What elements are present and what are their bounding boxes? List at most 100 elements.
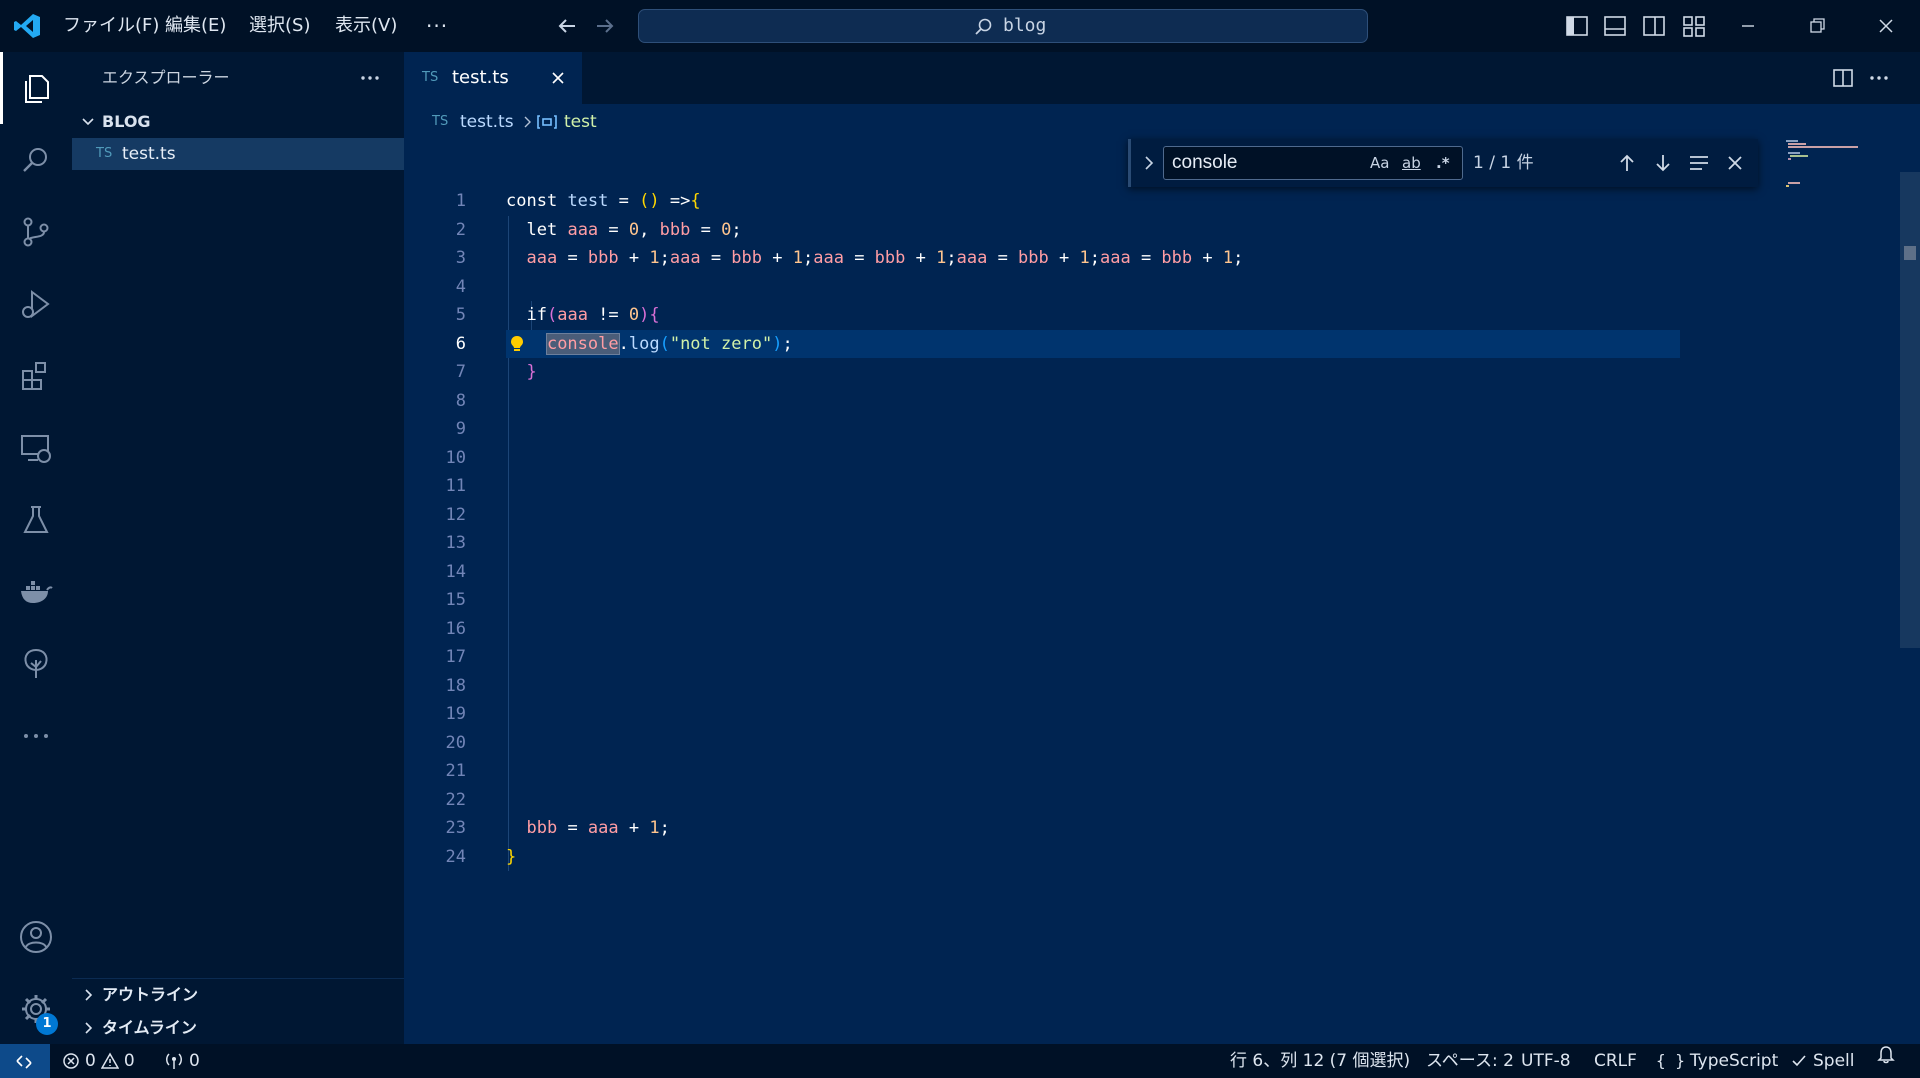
line-number: 9 [455, 419, 466, 439]
toggle-secondary-sidebar-icon[interactable] [1641, 13, 1667, 39]
line-number: 20 [445, 732, 466, 753]
close-tab-icon[interactable] [550, 70, 566, 86]
menu-file[interactable]: ファイル(F) [63, 0, 159, 52]
language-mode[interactable]: { } TypeScript [1656, 1044, 1778, 1078]
more-actions-icon[interactable] [1866, 65, 1892, 91]
code-line: 14 [404, 558, 1776, 587]
arrow-down-icon[interactable] [1651, 151, 1675, 175]
line-number: 1 [455, 191, 466, 211]
outline-section-header[interactable]: アウトライン [72, 979, 404, 1011]
close-icon[interactable] [1723, 151, 1747, 175]
menu-edit[interactable]: 編集(E) [165, 0, 226, 52]
use-regex-toggle[interactable]: .* [1436, 153, 1450, 173]
toggle-primary-sidebar-icon[interactable] [1564, 13, 1590, 39]
code-line: 24 } [404, 843, 1776, 872]
chevron-right-icon [85, 1022, 93, 1034]
find-in-selection-icon[interactable] [1687, 151, 1711, 175]
explorer-sidebar: エクスプローラー BLOG TS test.ts [72, 52, 404, 1044]
toggle-panel-icon[interactable] [1602, 13, 1628, 39]
cursor-position[interactable]: 行 6、列 12 (7 個選択) [1230, 1044, 1410, 1078]
close-window-icon[interactable] [1873, 13, 1899, 39]
match-whole-word-toggle[interactable]: ab [1402, 153, 1421, 173]
back-arrow-icon[interactable] [554, 13, 580, 39]
activity-run-debug[interactable] [0, 268, 72, 340]
arrow-up-icon[interactable] [1615, 151, 1639, 175]
menu-selection[interactable]: 選択(S) [249, 0, 310, 52]
ports-indicator[interactable]: 0 [164, 1044, 200, 1078]
activity-extensions[interactable] [0, 340, 72, 412]
activity-explorer[interactable] [0, 52, 72, 124]
restore-icon[interactable] [1804, 13, 1830, 39]
tab-test-ts[interactable]: TS test.ts [404, 52, 582, 104]
code-text: const test = () =>{ [506, 191, 701, 211]
minimap[interactable] [1786, 140, 1866, 200]
activity-accounts[interactable] [0, 901, 72, 973]
eol-text: CRLF [1594, 1051, 1637, 1071]
activity-source-control[interactable] [0, 196, 72, 268]
code-line: 15 [404, 586, 1776, 615]
command-center-search[interactable]: blog [638, 9, 1368, 43]
indentation-text: スペース: 2 [1426, 1051, 1514, 1071]
code-editor[interactable]: 1 const test = () =>{ 2 let aaa = 0, bbb… [404, 187, 1776, 917]
code-line: 11 [404, 472, 1776, 501]
settings-badge: 1 [36, 1013, 58, 1035]
line-number: 7 [455, 362, 466, 382]
line-number: 5 [455, 305, 466, 325]
spell-indicator[interactable]: Spell [1790, 1044, 1855, 1078]
menu-view[interactable]: 表示(V) [335, 0, 397, 52]
eol-indicator[interactable]: CRLF [1594, 1044, 1637, 1078]
line-number: 23 [445, 818, 466, 838]
activity-tree[interactable] [0, 628, 72, 700]
chevron-down-icon [82, 118, 94, 126]
split-editor-icon[interactable] [1830, 65, 1856, 91]
encoding-text: UTF-8 [1521, 1051, 1571, 1071]
menu-more-button[interactable]: ··· [426, 0, 448, 52]
scrollbar-match-marker [1904, 246, 1916, 260]
tree-icon [24, 648, 48, 678]
remote-indicator[interactable] [0, 1044, 50, 1078]
more-actions-icon[interactable] [358, 66, 382, 90]
encoding-indicator[interactable]: UTF-8 [1521, 1044, 1571, 1078]
search-icon [23, 148, 47, 172]
find-input[interactable] [1172, 147, 1372, 179]
line-number: 2 [455, 219, 466, 240]
run-debug-icon [22, 290, 50, 318]
problems-indicator[interactable]: 0 0 [62, 1044, 135, 1078]
activity-testing[interactable] [0, 484, 72, 556]
vscode-logo-icon [14, 14, 40, 38]
code-line: 17 [404, 643, 1776, 672]
folder-header-blog[interactable]: BLOG [72, 106, 404, 138]
language-text: TypeScript [1689, 1051, 1779, 1071]
code-line: 9 [404, 415, 1776, 444]
file-item-test-ts[interactable]: TS test.ts [72, 138, 404, 170]
editor-tabs-bar: TS test.ts [404, 52, 1920, 104]
timeline-section-header[interactable]: タイムライン [72, 1012, 404, 1044]
line-number: 6 [455, 333, 466, 354]
breadcrumb-symbol[interactable]: test [564, 104, 597, 140]
breadcrumb-file[interactable]: test.ts [460, 104, 514, 140]
match-case-toggle[interactable]: Aa [1370, 153, 1389, 173]
notifications-button[interactable] [1876, 1044, 1896, 1064]
find-widget: Aa ab .* 1 / 1 件 [1128, 139, 1758, 187]
indentation-indicator[interactable]: スペース: 2 [1426, 1044, 1514, 1078]
remote-icon [16, 1055, 32, 1069]
activity-search[interactable] [0, 124, 72, 196]
match-count: 1 / 1 件 [1473, 153, 1534, 173]
activity-remote-explorer[interactable] [0, 412, 72, 484]
forward-arrow-icon[interactable] [592, 13, 618, 39]
activity-more[interactable] [0, 700, 72, 772]
line-number: 15 [445, 590, 466, 610]
activity-docker[interactable] [0, 556, 72, 628]
activity-manage[interactable]: 1 [0, 973, 72, 1045]
timeline-label: タイムライン [102, 1018, 197, 1037]
minimize-icon[interactable] [1735, 13, 1761, 39]
code-line-current: 6 console.log("not zero"); [404, 329, 1776, 358]
vertical-scrollbar[interactable] [1900, 172, 1920, 648]
broadcast-icon [166, 1053, 182, 1069]
chevron-right-icon[interactable] [1139, 153, 1159, 173]
ports-count: 0 [189, 1051, 200, 1071]
customize-layout-icon[interactable] [1681, 13, 1707, 39]
code-text: let aaa = 0, bbb = 0; [526, 219, 742, 240]
line-number: 8 [455, 390, 466, 411]
line-number: 3 [455, 248, 466, 268]
